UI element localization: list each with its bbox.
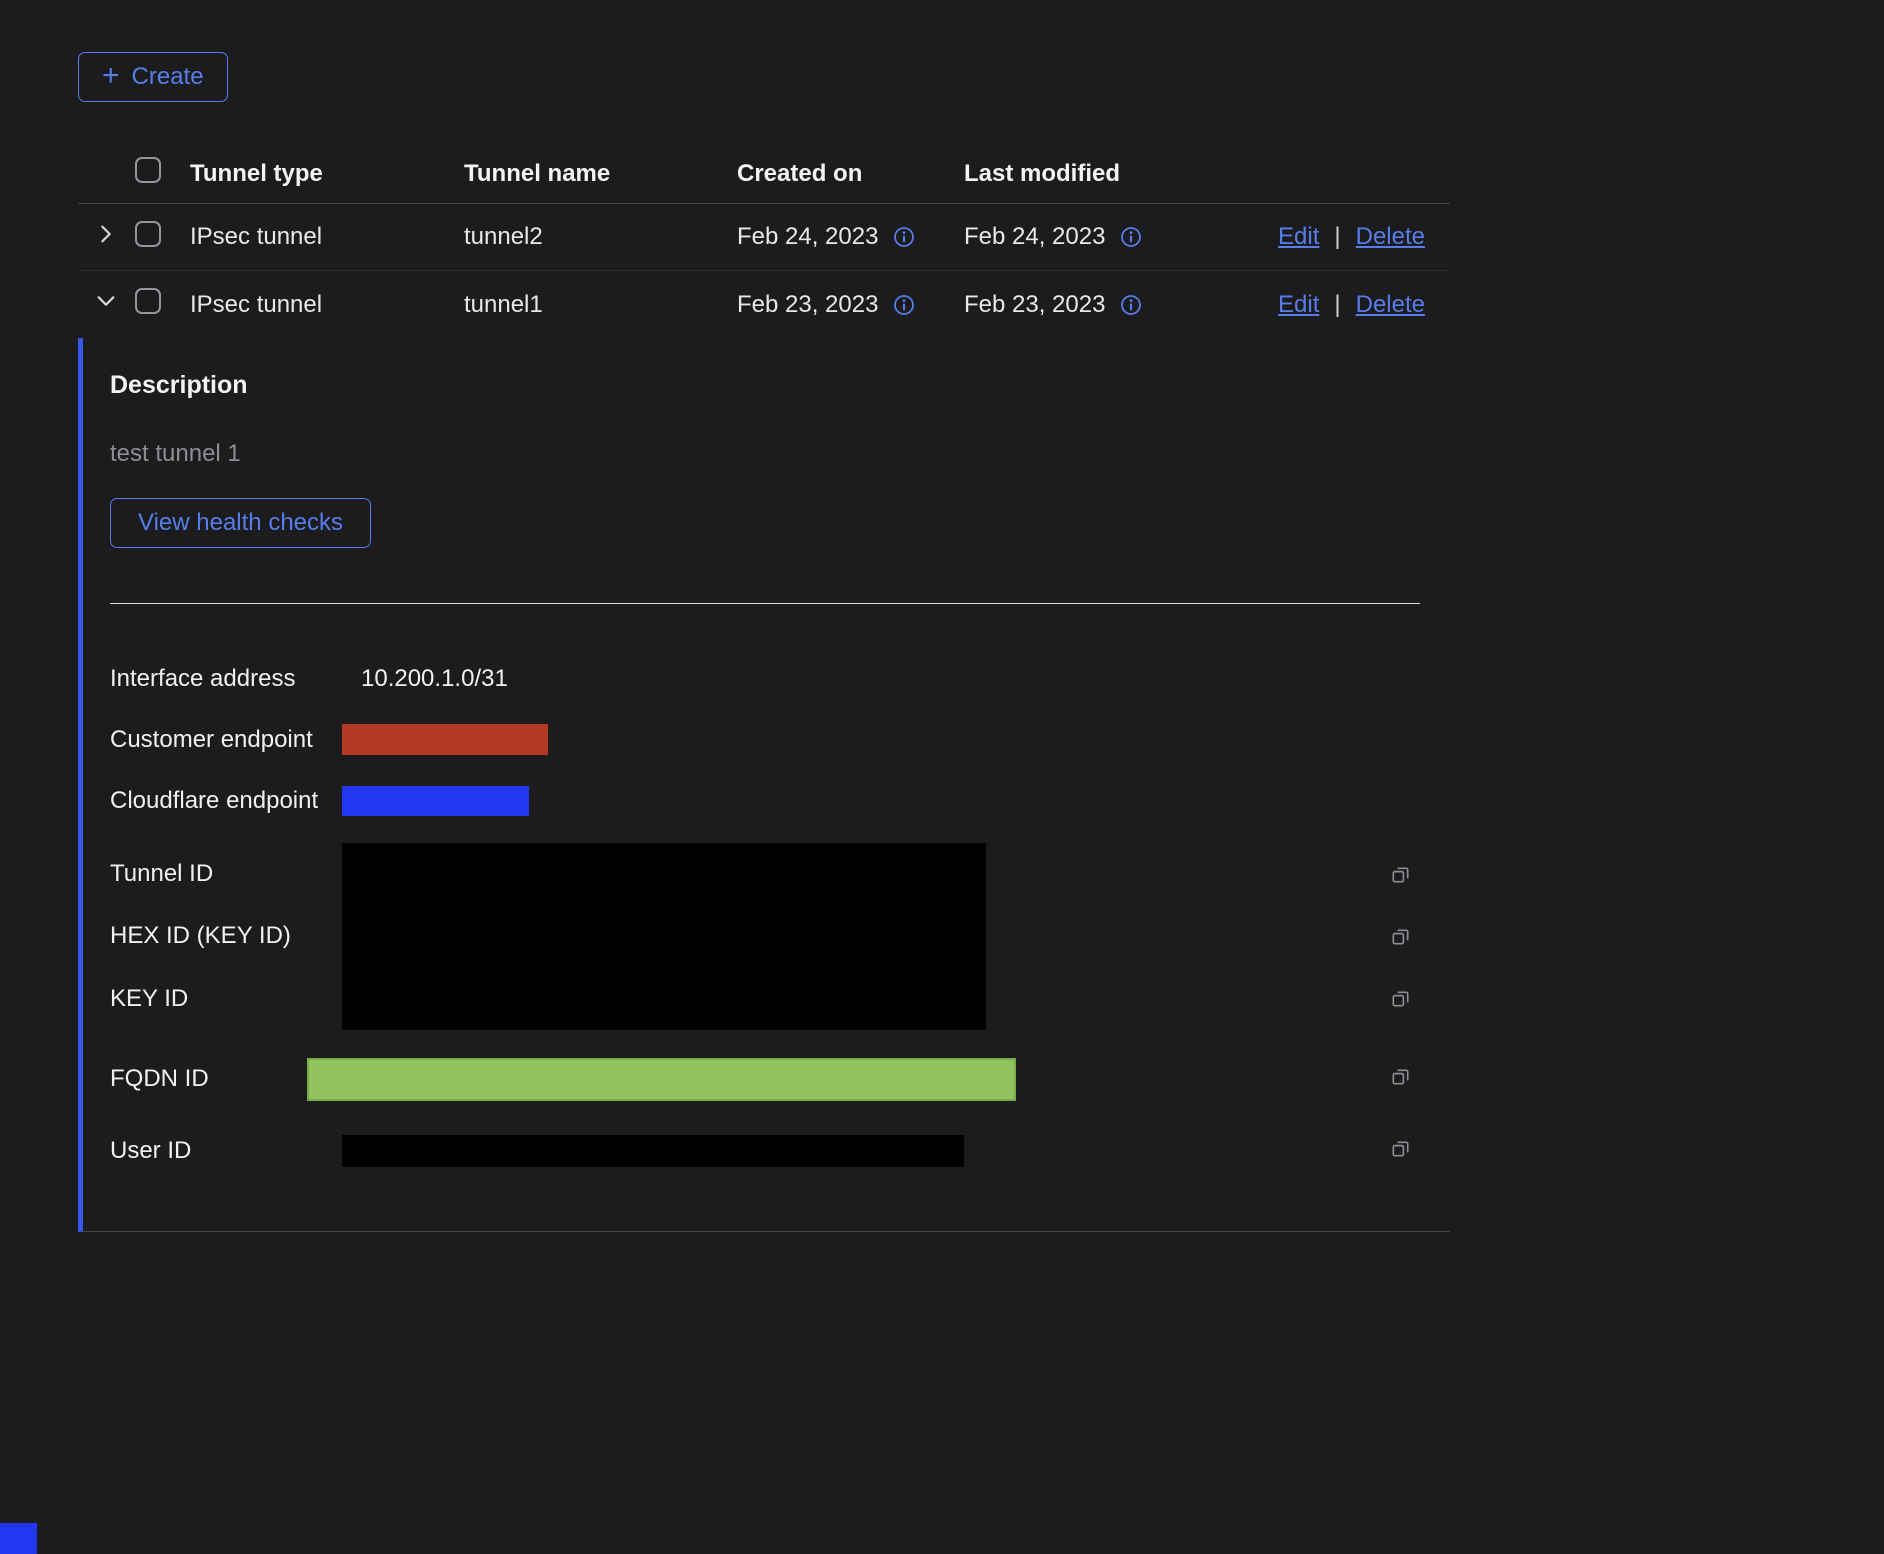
- detail-fields: Interface address 10.200.1.0/31 Customer…: [110, 604, 1450, 1187]
- row-checkbox-cell: [134, 221, 190, 254]
- cell-tunnel-name: tunnel1: [464, 291, 737, 319]
- cell-last-modified: Feb 24, 2023: [964, 223, 1204, 251]
- field-interface-address: Interface address 10.200.1.0/31: [110, 649, 1450, 709]
- last-modified-value: Feb 23, 2023: [964, 291, 1105, 319]
- edit-link[interactable]: Edit: [1278, 291, 1319, 319]
- chevron-down-icon: [95, 290, 117, 319]
- cropped-blue-element-fragment: [0, 1523, 37, 1554]
- table-row: IPsec tunnel tunnel2 Feb 24, 2023 Feb 24…: [78, 204, 1450, 271]
- row-actions: Edit | Delete: [1204, 291, 1450, 319]
- cell-tunnel-type: IPsec tunnel: [190, 223, 464, 251]
- description-value: test tunnel 1: [110, 440, 1450, 468]
- info-icon[interactable]: [893, 294, 915, 316]
- created-on-value: Feb 23, 2023: [737, 291, 878, 319]
- copy-icon[interactable]: [1389, 1065, 1412, 1088]
- field-id-group: Tunnel ID HEX ID (KEY ID) KEY ID: [110, 843, 1450, 1030]
- cell-created-on: Feb 24, 2023: [737, 223, 964, 251]
- field-label: HEX ID (KEY ID): [110, 922, 342, 950]
- select-all-cell: [134, 157, 190, 190]
- info-icon[interactable]: [1120, 294, 1142, 316]
- chevron-right-icon: [95, 223, 117, 252]
- copy-cell: [1389, 1137, 1450, 1165]
- actions-separator: |: [1334, 291, 1340, 319]
- field-label: Customer endpoint: [110, 726, 342, 754]
- view-health-checks-button[interactable]: View health checks: [110, 498, 371, 548]
- copy-cell: [986, 925, 1450, 948]
- table-row: IPsec tunnel tunnel1 Feb 23, 2023 Feb 23…: [78, 271, 1450, 338]
- redacted-value-red: [342, 724, 548, 755]
- expand-row-button[interactable]: [78, 223, 134, 252]
- cell-tunnel-name: tunnel2: [464, 223, 737, 251]
- row-checkbox[interactable]: [135, 221, 161, 247]
- copy-icon[interactable]: [1389, 987, 1412, 1010]
- cell-tunnel-type: IPsec tunnel: [190, 291, 464, 319]
- header-tunnel-type: Tunnel type: [190, 160, 464, 188]
- header-tunnel-name: Tunnel name: [464, 160, 737, 188]
- field-label: User ID: [110, 1137, 342, 1165]
- field-label: KEY ID: [110, 985, 342, 1013]
- delete-link[interactable]: Delete: [1356, 223, 1425, 251]
- last-modified-value: Feb 24, 2023: [964, 223, 1105, 251]
- row-actions: Edit | Delete: [1204, 223, 1450, 251]
- delete-link[interactable]: Delete: [1356, 291, 1425, 319]
- info-icon[interactable]: [1120, 226, 1142, 248]
- copy-icon[interactable]: [1389, 925, 1412, 948]
- created-on-value: Feb 24, 2023: [737, 223, 878, 251]
- header-created-on: Created on: [737, 160, 964, 188]
- collapse-row-button[interactable]: [78, 290, 134, 319]
- tunnel-detail-panel: Description test tunnel 1 View health ch…: [78, 338, 1450, 1232]
- redacted-value-blue: [342, 786, 529, 816]
- info-icon[interactable]: [893, 226, 915, 248]
- field-label: Cloudflare endpoint: [110, 787, 342, 815]
- copy-icon[interactable]: [1389, 1137, 1412, 1160]
- description-label: Description: [110, 371, 1450, 400]
- field-label: Interface address: [110, 665, 342, 693]
- interface-address-value: 10.200.1.0/31: [342, 665, 508, 693]
- tunnels-page: + Create Tunnel type Tunnel name Created…: [0, 0, 1884, 1554]
- copy-cell: [986, 987, 1450, 1010]
- row-checkbox[interactable]: [135, 288, 161, 314]
- actions-separator: |: [1334, 223, 1340, 251]
- edit-link[interactable]: Edit: [1278, 223, 1319, 251]
- field-user-id: User ID: [110, 1115, 1450, 1187]
- redacted-value-black: [342, 1135, 964, 1167]
- select-all-checkbox[interactable]: [135, 157, 161, 183]
- cell-created-on: Feb 23, 2023: [737, 291, 964, 319]
- table-header-row: Tunnel type Tunnel name Created on Last …: [78, 144, 1450, 204]
- cell-last-modified: Feb 23, 2023: [964, 291, 1204, 319]
- field-label: Tunnel ID: [110, 860, 342, 888]
- row-checkbox-cell: [134, 288, 190, 321]
- plus-icon: +: [102, 61, 120, 91]
- redacted-value-green: [307, 1058, 1016, 1101]
- copy-cell: [986, 863, 1450, 886]
- create-button-label: Create: [132, 63, 204, 91]
- create-button[interactable]: + Create: [78, 52, 228, 102]
- copy-icon[interactable]: [1389, 863, 1412, 886]
- redacted-value-black: [342, 843, 986, 1030]
- field-cloudflare-endpoint: Cloudflare endpoint: [110, 770, 1450, 831]
- copy-cell: [1389, 1065, 1450, 1093]
- tunnels-table: Tunnel type Tunnel name Created on Last …: [78, 144, 1450, 338]
- header-last-modified: Last modified: [964, 160, 1204, 188]
- field-customer-endpoint: Customer endpoint: [110, 709, 1450, 770]
- field-fqdn-id: FQDN ID: [110, 1043, 1450, 1115]
